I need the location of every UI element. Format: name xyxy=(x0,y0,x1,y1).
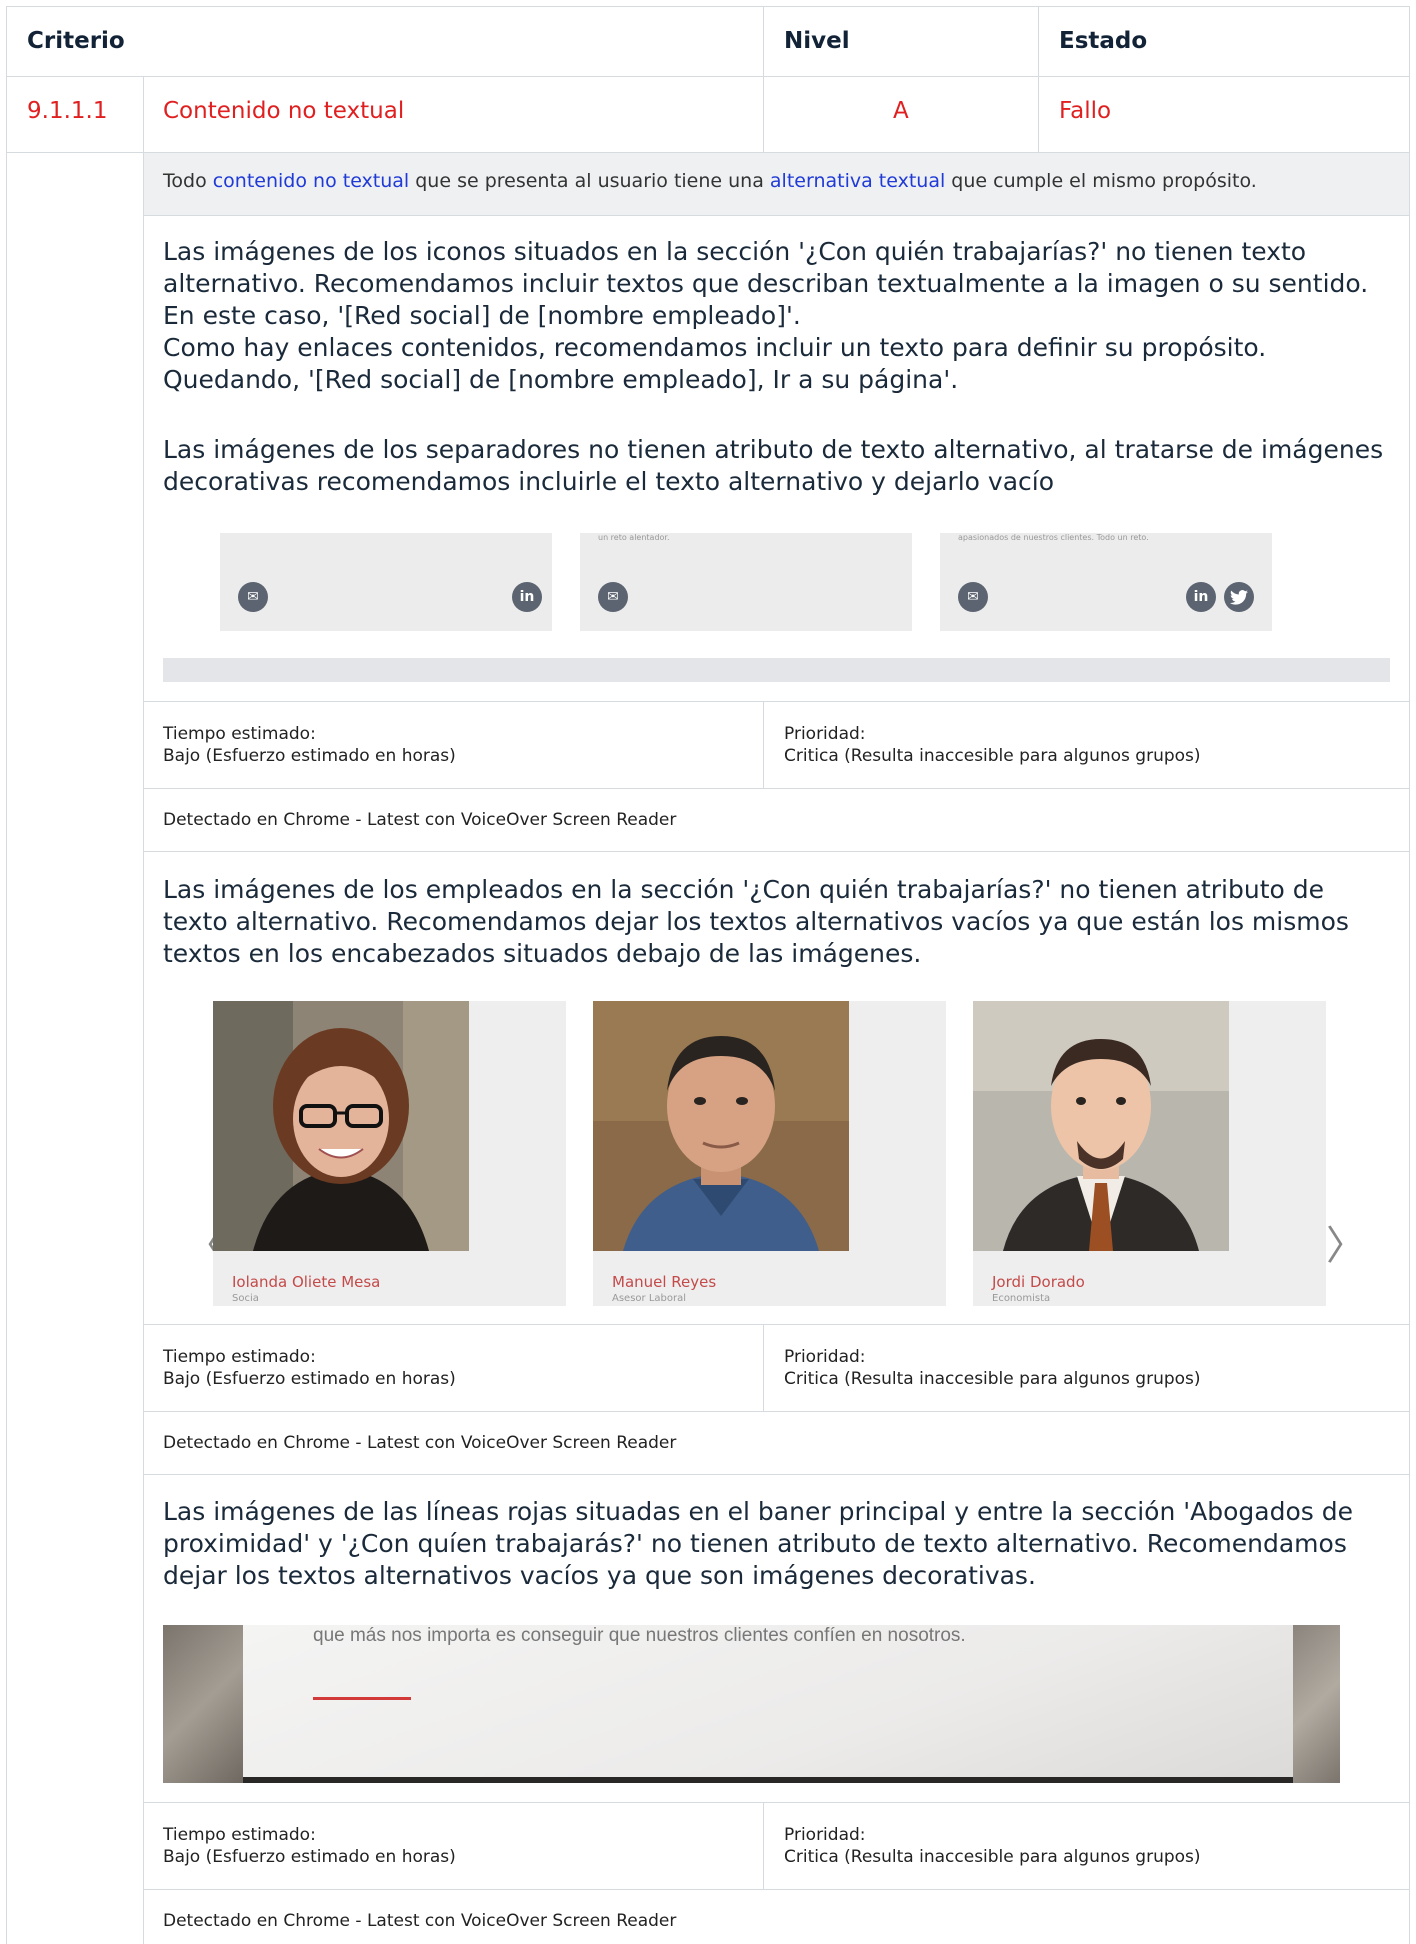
priority-label: Prioridad: xyxy=(784,724,866,744)
banner-screenshot: que más nos importa es conseguir que nue… xyxy=(163,1625,1340,1783)
card-3-text: apasionados de nuestros clientes. Todo u… xyxy=(958,533,1149,542)
issue-3-time: Tiempo estimado: Bajo (Esfuerzo estimado… xyxy=(163,1824,456,1868)
card-2-text: un reto alentador. xyxy=(598,533,670,542)
criterion-code: 9.1.1.1 xyxy=(27,98,108,124)
header-nivel: Nivel xyxy=(784,28,850,54)
criterion-status: Fallo xyxy=(1059,98,1112,124)
issue-1-text-2: Las imágenes de los separadores no tiene… xyxy=(163,434,1393,498)
issue-1-line: decorativas recomendamos incluirle el te… xyxy=(163,467,1055,496)
issue-1-line: Como hay enlaces contenidos, recomendamo… xyxy=(163,333,1267,362)
employee-card-1: Iolanda Oliete Mesa Socia xyxy=(213,1001,566,1306)
mail-icon: ✉ xyxy=(238,582,268,612)
separator-image xyxy=(163,658,1390,682)
issue-2-line: Las imágenes de los empleados en la secc… xyxy=(163,875,1325,904)
employee-photo-1 xyxy=(213,1001,469,1251)
issue-1-meta-col-divider xyxy=(763,701,764,788)
description-mid: que se presenta al usuario tiene una xyxy=(409,170,770,192)
time-label: Tiempo estimado: xyxy=(163,1347,316,1367)
time-label: Tiempo estimado: xyxy=(163,1825,316,1845)
priority-label: Prioridad: xyxy=(784,1347,866,1367)
issue-1-line: Las imágenes de los separadores no tiene… xyxy=(163,435,1384,464)
issue-3-meta-col-divider xyxy=(763,1802,764,1889)
issue-1-detected: Detectado en Chrome - Latest con VoiceOv… xyxy=(163,810,677,830)
employee-photo-2 xyxy=(593,1001,849,1251)
description-divider xyxy=(144,215,1410,216)
issue-3-detected: Detectado en Chrome - Latest con VoiceOv… xyxy=(163,1911,677,1931)
description-pre: Todo xyxy=(163,170,213,192)
issue-3-text: Las imágenes de las líneas rojas situada… xyxy=(163,1496,1393,1592)
link-contenido-no-textual[interactable]: contenido no textual xyxy=(213,170,409,192)
issue-2-time: Tiempo estimado: Bajo (Esfuerzo estimado… xyxy=(163,1346,456,1390)
issue-1-detected-divider xyxy=(144,788,1410,789)
code-column-divider xyxy=(143,76,144,1944)
linkedin-icon: in xyxy=(512,582,542,612)
employee-name: Jordi Dorado xyxy=(992,1273,1085,1291)
mail-icon: ✉ xyxy=(958,582,988,612)
employee-name: Iolanda Oliete Mesa xyxy=(232,1273,381,1291)
col-divider-estado xyxy=(1038,6,1039,152)
priority-value: Critica (Resulta inaccesible para alguno… xyxy=(784,1847,1201,1867)
linkedin-icon: in xyxy=(1186,582,1216,612)
issue-3-priority: Prioridad: Critica (Resulta inaccesible … xyxy=(784,1824,1201,1868)
issue-2-priority: Prioridad: Critica (Resulta inaccesible … xyxy=(784,1346,1201,1390)
mail-icon: ✉ xyxy=(598,582,628,612)
link-alternativa-textual[interactable]: alternativa textual xyxy=(770,170,945,192)
issue-1-meta-divider xyxy=(144,701,1410,702)
issue-1-priority: Prioridad: Critica (Resulta inaccesible … xyxy=(784,723,1201,767)
issue-2-end-divider xyxy=(144,1474,1410,1475)
time-value: Bajo (Esfuerzo estimado en horas) xyxy=(163,1369,456,1389)
issue-2-detected: Detectado en Chrome - Latest con VoiceOv… xyxy=(163,1433,677,1453)
issue-1-line: En este caso, '[Red social] de [nombre e… xyxy=(163,301,801,330)
twitter-icon xyxy=(1224,582,1254,612)
issue-1-time: Tiempo estimado: Bajo (Esfuerzo estimado… xyxy=(163,723,456,767)
header-estado: Estado xyxy=(1059,28,1148,54)
issue-2-meta-divider xyxy=(144,1324,1410,1325)
description-post: que cumple el mismo propósito. xyxy=(945,170,1257,192)
social-card-2: un reto alentador. ✉ xyxy=(580,533,912,631)
issue-3-line: dejar los textos alternativos vacíos ya … xyxy=(163,1561,1036,1590)
col-divider-nivel xyxy=(763,6,764,152)
social-card-3: apasionados de nuestros clientes. Todo u… xyxy=(940,533,1272,631)
criterion-level: A xyxy=(893,98,909,124)
issue-2-detected-divider xyxy=(144,1411,1410,1412)
employee-card-3: Jordi Dorado Economista xyxy=(973,1001,1326,1306)
priority-value: Critica (Resulta inaccesible para alguno… xyxy=(784,746,1201,766)
banner-text: que más nos importa es conseguir que nue… xyxy=(313,1625,966,1646)
priority-label: Prioridad: xyxy=(784,1825,866,1845)
priority-value: Critica (Resulta inaccesible para alguno… xyxy=(784,1369,1201,1389)
criterion-description: Todo contenido no textual que se present… xyxy=(163,170,1257,192)
time-label: Tiempo estimado: xyxy=(163,724,316,744)
employee-role: Asesor Laboral xyxy=(612,1293,687,1304)
issue-1-text: Las imágenes de los iconos situados en l… xyxy=(163,236,1393,396)
employee-photo-3 xyxy=(973,1001,1229,1251)
carousel-next-arrow[interactable]: 〉 xyxy=(1326,1213,1366,1271)
header-criterio: Criterio xyxy=(27,28,125,54)
banner-left-texture xyxy=(163,1625,243,1783)
issue-3-detected-divider xyxy=(144,1889,1410,1890)
issue-2-meta-col-divider xyxy=(763,1324,764,1411)
red-line-decoration xyxy=(313,1697,411,1700)
issue-2-line: textos en los encabezados situados debaj… xyxy=(163,939,922,968)
issue-2-line: texto alternativo. Recomendamos dejar lo… xyxy=(163,907,1349,936)
employee-name: Manuel Reyes xyxy=(612,1273,717,1291)
social-card-1: ✉ in xyxy=(220,533,552,631)
issue-3-line: Las imágenes de las líneas rojas situada… xyxy=(163,1497,1353,1526)
issue-1-line: alternativo. Recomendamos incluir textos… xyxy=(163,269,1369,298)
criterion-name: Contenido no textual xyxy=(163,98,405,124)
issue-1-end-divider xyxy=(144,851,1410,852)
banner-right-texture xyxy=(1293,1625,1340,1783)
issue-3-meta-divider xyxy=(144,1802,1410,1803)
employee-card-2: Manuel Reyes Asesor Laboral xyxy=(593,1001,946,1306)
employee-role: Economista xyxy=(992,1293,1051,1304)
banner-bottom-edge xyxy=(243,1777,1293,1783)
time-value: Bajo (Esfuerzo estimado en horas) xyxy=(163,1847,456,1867)
issue-1-line: Las imágenes de los iconos situados en l… xyxy=(163,237,1307,266)
issue-1-line: Quedando, '[Red social] de [nombre emple… xyxy=(163,365,959,394)
employee-role: Socia xyxy=(232,1293,259,1304)
banner-panel xyxy=(243,1625,1293,1783)
issue-3-line: proximidad' y '¿Con quíen trabajarás?' n… xyxy=(163,1529,1347,1558)
header-divider xyxy=(6,76,1410,77)
issue-2-text: Las imágenes de los empleados en la secc… xyxy=(163,874,1393,970)
time-value: Bajo (Esfuerzo estimado en horas) xyxy=(163,746,456,766)
